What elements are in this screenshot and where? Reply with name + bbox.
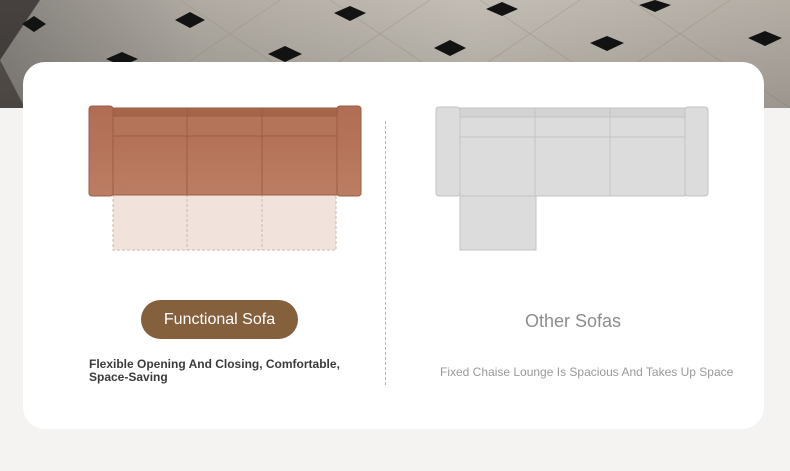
functional-sofa-label: Functional Sofa — [141, 300, 298, 339]
center-divider — [385, 121, 386, 385]
other-sofas-description: Fixed Chaise Lounge Is Spacious And Take… — [440, 365, 734, 379]
extended-seat-area — [112, 193, 337, 251]
other-sofa-illustration — [435, 106, 709, 251]
other-sofas-label: Other Sofas — [524, 311, 622, 331]
functional-sofa-description: Flexible Opening And Closing, Comfortabl… — [89, 357, 340, 384]
functional-sofa-illustration — [88, 105, 362, 251]
sofa-illustrations — [88, 105, 709, 251]
chaise-lounge — [459, 195, 537, 251]
